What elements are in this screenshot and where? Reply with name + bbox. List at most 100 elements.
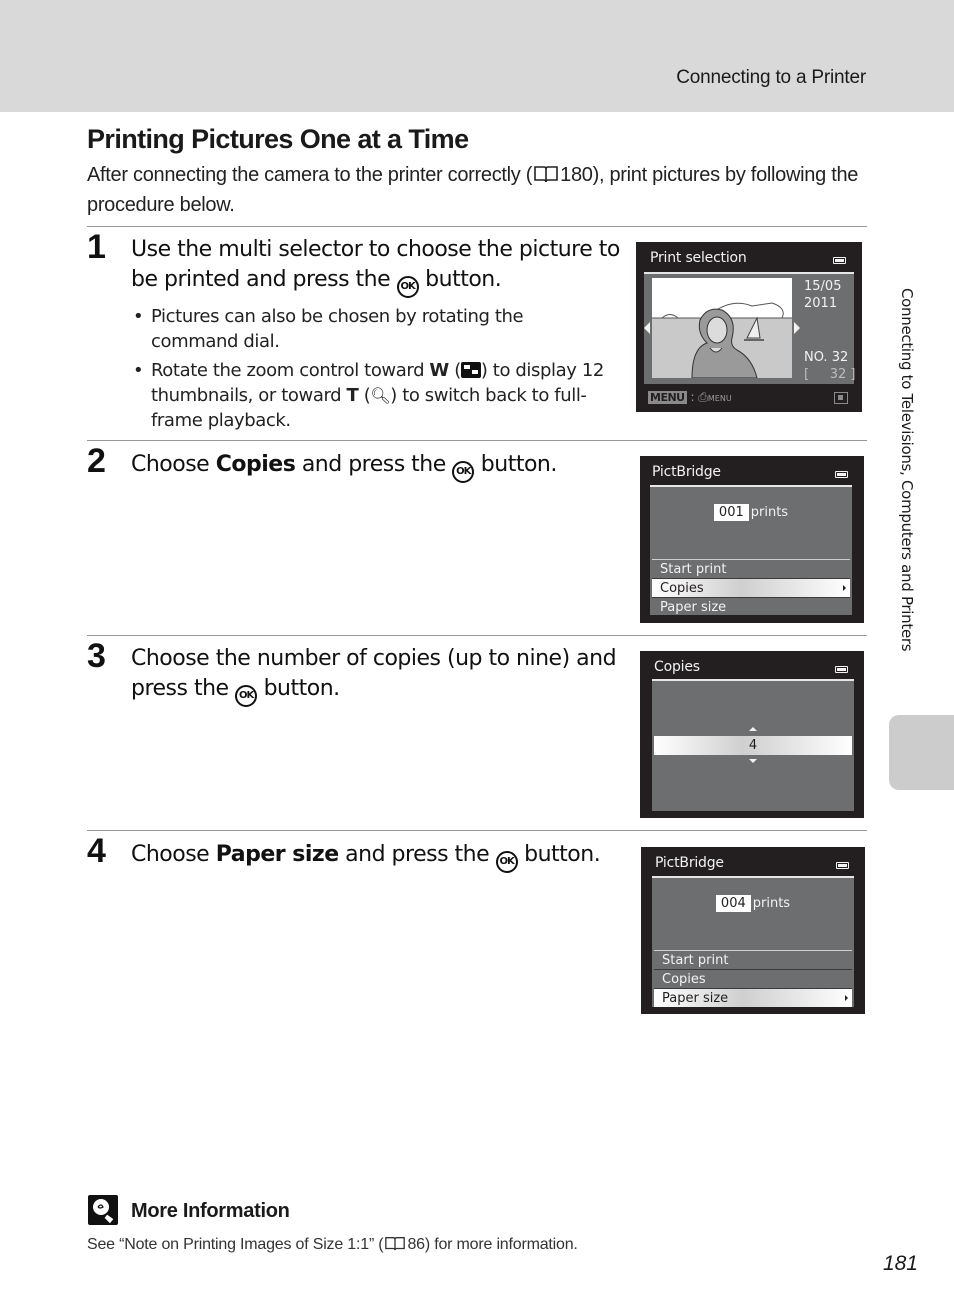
menu-item-paper-size[interactable]: Paper size bbox=[654, 988, 852, 1007]
step-4-end: button. bbox=[524, 842, 601, 867]
prints-count: 001 bbox=[713, 504, 749, 521]
copies-value[interactable]: 4 bbox=[654, 736, 852, 755]
thumbnail-grid-icon bbox=[460, 362, 481, 378]
menu-item-copies[interactable]: Copies bbox=[654, 969, 852, 988]
divider bbox=[87, 226, 867, 227]
screen-title: Copies bbox=[654, 659, 700, 675]
decrease-arrow-icon[interactable] bbox=[749, 759, 757, 763]
screen-title: Print selection bbox=[650, 250, 747, 266]
step-1-end: button. bbox=[425, 267, 502, 292]
more-info-text-end: ) for more information. bbox=[424, 1236, 578, 1253]
more-info-title: More Information bbox=[131, 1200, 290, 1222]
date-text: 15/05 bbox=[804, 279, 842, 294]
step-4-bold: Paper size bbox=[215, 842, 339, 867]
screen-title: PictBridge bbox=[655, 855, 724, 871]
camera-screen-pictbridge-paper-size: PictBridge 004 prints Start print Copies … bbox=[641, 847, 865, 1014]
more-info-text-start: See “Note on Printing Images of Size 1:1… bbox=[87, 1236, 384, 1253]
menu-item-paper-size[interactable]: Paper size bbox=[652, 597, 850, 616]
step-1-text: Use the multi selector to choose the pic… bbox=[131, 235, 621, 298]
step-3-end: button. bbox=[263, 676, 341, 701]
section-title: Connecting to a Printer bbox=[676, 67, 866, 88]
prints-row: 001 prints bbox=[650, 504, 852, 521]
step-3-text: Choose the number of copies (up to nine)… bbox=[131, 644, 621, 707]
step-2-post: and press the bbox=[301, 452, 446, 477]
step-1-bullets: Pictures can also be chosen by rotating … bbox=[131, 304, 611, 437]
increase-arrow-icon[interactable] bbox=[749, 727, 757, 731]
screen-footer: MENU : ⎙MENU bbox=[648, 390, 732, 405]
step-1-number: 1 bbox=[87, 228, 106, 266]
step-4-text: Choose Paper size and press the OK butto… bbox=[131, 840, 621, 873]
photo-number: NO. 32 [ 32 ] bbox=[804, 349, 855, 383]
menu-item-start-print[interactable]: Start print bbox=[654, 950, 852, 969]
chapter-tab[interactable] bbox=[889, 715, 954, 790]
step-2-bold: Copies bbox=[215, 452, 296, 477]
photo-preview bbox=[652, 278, 792, 378]
camera-screen-print-selection: Print selection 15/05 2011 NO. 32 [32]… bbox=[636, 242, 862, 412]
portrait-illustration bbox=[652, 278, 792, 378]
screen-body: 4 bbox=[652, 679, 854, 811]
book-icon bbox=[534, 166, 558, 183]
divider bbox=[87, 830, 867, 831]
prints-label: prints bbox=[752, 896, 791, 911]
more-info-icon bbox=[88, 1195, 118, 1225]
step-4-post: and press the bbox=[345, 842, 490, 867]
bullet-text: Pictures can also be chosen by rotating … bbox=[151, 306, 524, 352]
zoom-t-label: T bbox=[346, 385, 359, 406]
divider bbox=[87, 635, 867, 636]
page-number: 181 bbox=[882, 1252, 918, 1275]
image-count: [ 32 ] bbox=[804, 367, 856, 382]
intro-text: After connecting the camera to the print… bbox=[87, 164, 533, 186]
screen-body: 004 prints Start print Copies Paper size bbox=[652, 876, 854, 1007]
print-menu-label: MENU bbox=[707, 394, 732, 403]
page-title: Printing Pictures One at a Time bbox=[87, 124, 469, 154]
intro-paragraph: After connecting the camera to the print… bbox=[87, 160, 867, 220]
bullet-item: Rotate the zoom control toward W () to d… bbox=[131, 358, 611, 433]
magnifier-icon: 🔍︎ bbox=[370, 386, 391, 405]
bullet-item: Pictures can also be chosen by rotating … bbox=[131, 304, 611, 354]
chapter-side-label: Connecting to Televisions, Computers and… bbox=[898, 288, 916, 652]
step-2-pre: Choose bbox=[131, 452, 210, 477]
zoom-w-label: W bbox=[429, 360, 449, 381]
ok-button-icon: OK bbox=[452, 461, 475, 483]
step-2-text: Choose Copies and press the OK button. bbox=[131, 450, 621, 483]
pictbridge-menu: Start print Copies Paper size bbox=[652, 559, 850, 616]
divider bbox=[87, 440, 867, 441]
next-arrow-icon[interactable] bbox=[794, 322, 800, 334]
battery-icon bbox=[836, 862, 849, 869]
menu-item-start-print[interactable]: Start print bbox=[652, 559, 850, 578]
ok-button-icon: OK bbox=[495, 851, 518, 873]
more-info-text: See “Note on Printing Images of Size 1:1… bbox=[87, 1236, 578, 1254]
screen-body: 15/05 2011 NO. 32 [ 32 ] bbox=[644, 272, 855, 384]
intro-page-ref[interactable]: 180 bbox=[560, 164, 593, 186]
step-2-number: 2 bbox=[87, 442, 106, 480]
ok-button-icon: OK bbox=[235, 685, 258, 707]
book-icon bbox=[385, 1237, 406, 1251]
menu-item-copies[interactable]: Copies bbox=[652, 578, 850, 597]
bullet-text: Rotate the zoom control toward bbox=[151, 360, 425, 381]
battery-icon bbox=[835, 666, 848, 673]
camera-screen-copies: Copies 4 bbox=[640, 651, 864, 818]
header-band: Connecting to a Printer bbox=[0, 0, 954, 112]
camera-screen-pictbridge-copies: PictBridge 001 prints Start print Copies … bbox=[640, 456, 864, 623]
more-info-page-ref[interactable]: 86 bbox=[407, 1236, 425, 1253]
step-4-pre: Choose bbox=[131, 842, 210, 867]
step-3-number: 3 bbox=[87, 637, 106, 675]
step-1-instruction: Use the multi selector to choose the pic… bbox=[131, 237, 620, 292]
screen-body: 001 prints Start print Copies Paper size bbox=[650, 485, 852, 615]
year-text: 2011 bbox=[804, 296, 838, 311]
file-number: NO. 32 bbox=[804, 350, 849, 365]
prints-row: 004 prints bbox=[652, 895, 854, 912]
print-menu-icon: ⎙MENU bbox=[698, 390, 732, 404]
previous-arrow-icon[interactable] bbox=[644, 322, 650, 334]
prints-count: 004 bbox=[715, 895, 751, 912]
pictbridge-menu: Start print Copies Paper size bbox=[654, 950, 852, 1007]
prints-label: prints bbox=[750, 505, 789, 520]
menu-button-icon: MENU bbox=[648, 391, 687, 404]
screen-title: PictBridge bbox=[652, 464, 721, 480]
step-2-end: button. bbox=[480, 452, 558, 477]
battery-icon bbox=[835, 471, 848, 478]
step-3-instruction: Choose the number of copies (up to nine)… bbox=[131, 646, 617, 701]
ok-button-icon: OK bbox=[396, 276, 419, 298]
step-4-number: 4 bbox=[87, 832, 106, 870]
photo-date: 15/05 2011 bbox=[804, 278, 841, 312]
